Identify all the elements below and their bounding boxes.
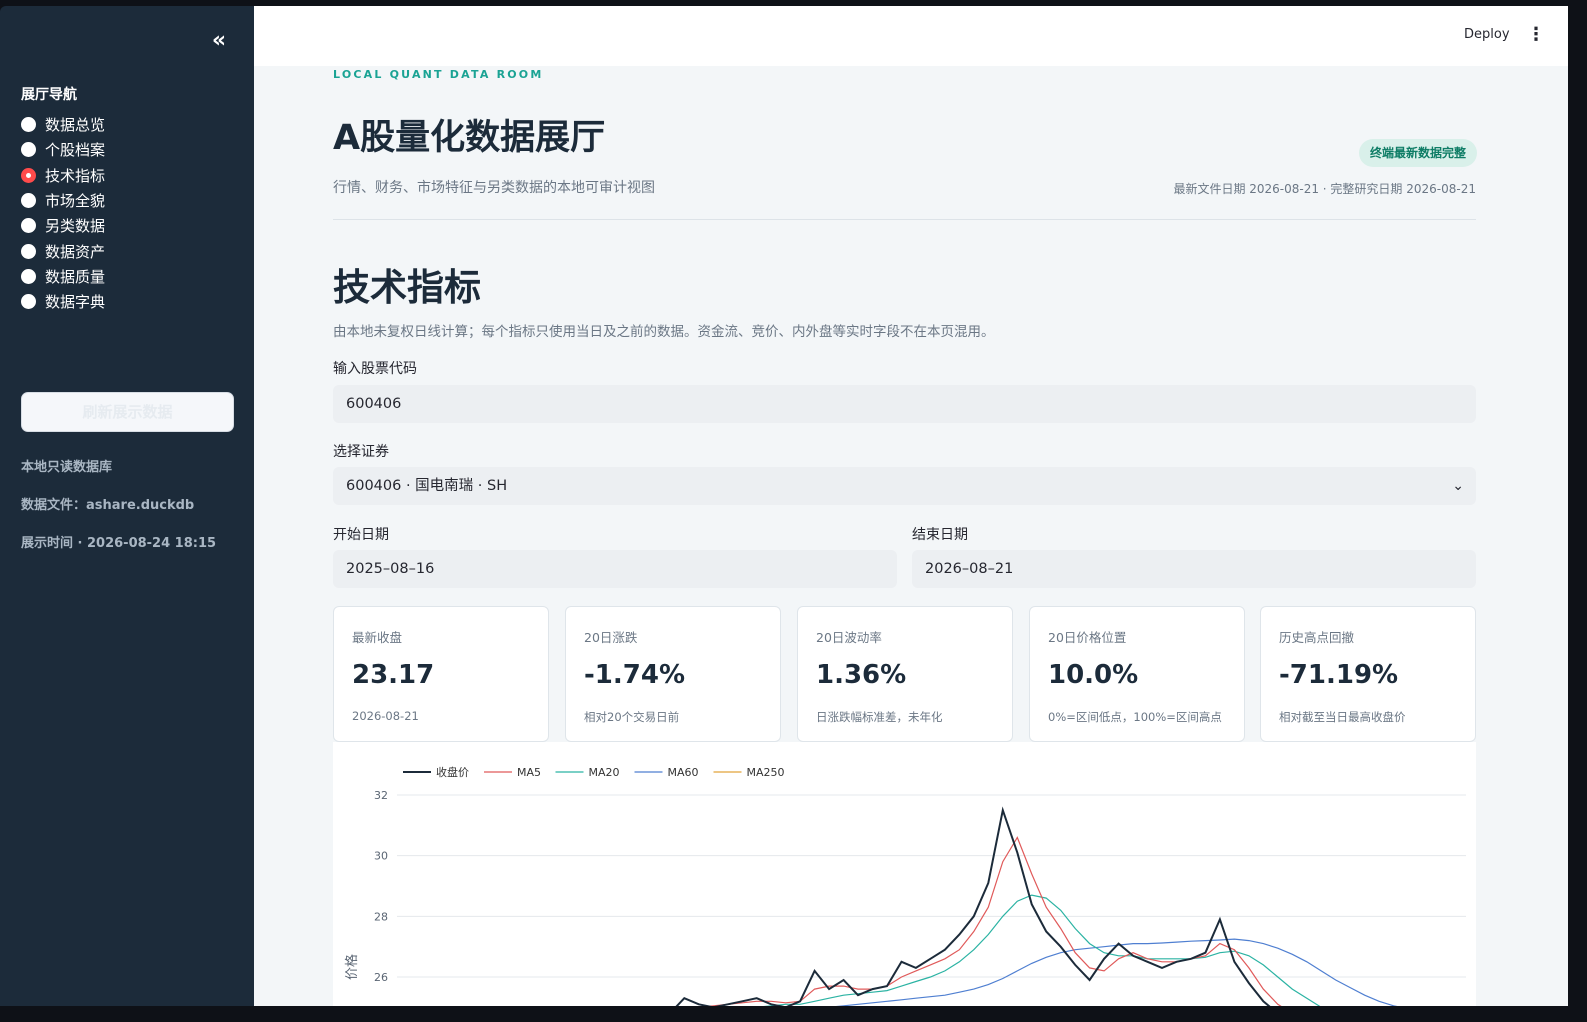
legend-label: MA250 bbox=[747, 766, 785, 779]
data-dates-text: 最新文件日期 2026-08-21 · 完整研究日期 2026-08-21 bbox=[1173, 182, 1476, 196]
legend-label: MA60 bbox=[668, 766, 699, 779]
series-line-ma60 bbox=[835, 938, 1398, 1006]
y-tick-label: 32 bbox=[374, 789, 388, 802]
radio-icon[interactable] bbox=[21, 268, 36, 284]
nav-item-label: 数据字典 bbox=[45, 293, 106, 312]
nav-item-label: 技术指标 bbox=[45, 166, 106, 185]
y-tick-label: 26 bbox=[374, 971, 388, 984]
metric-card: 20日价格位置 10.0% 0%=区间低点，100%=区间高点 bbox=[1029, 606, 1245, 742]
eyebrow-text: LOCAL QUANT DATA ROOM bbox=[333, 68, 544, 81]
nav-item-label: 市场全貌 bbox=[45, 192, 106, 211]
header-divider bbox=[333, 219, 1476, 220]
nav-radio-group: 数据总览个股档案技术指标市场全貌另类数据数据资产数据质量数据字典 bbox=[21, 112, 105, 314]
nav-item[interactable]: 数据资产 bbox=[21, 238, 105, 263]
radio-icon[interactable] bbox=[21, 142, 36, 158]
series-line-ma5 bbox=[705, 836, 1282, 1006]
y-tick-label: 30 bbox=[374, 850, 388, 863]
section-description: 由本地未复权日线计算；每个指标只使用当日及之前的数据。资金流、竞价、内外盘等实时… bbox=[333, 324, 995, 340]
y-axis-label: 价格 bbox=[344, 954, 360, 980]
end-date-label: 结束日期 bbox=[912, 527, 968, 543]
end-date-input[interactable]: 2026–08–21 bbox=[912, 550, 1476, 588]
app-window: « 展厅导航 数据总览 个股档案 技术指标 市场全貌 另类数据 数据资产 数据质量 数据字典 … bbox=[0, 0, 1568, 1022]
metric-note: 相对20个交易日前 bbox=[584, 710, 680, 724]
metric-value: 1.36% bbox=[816, 660, 907, 690]
nav-item[interactable]: 技术指标 bbox=[21, 163, 105, 188]
radio-icon[interactable] bbox=[21, 117, 36, 133]
chevron-down-icon: ⌄ bbox=[1452, 478, 1464, 494]
metric-value: -71.19% bbox=[1279, 660, 1399, 690]
double-chevron-left-icon[interactable]: « bbox=[206, 30, 232, 54]
metric-card: 20日波动率 1.36% 日涨跌幅标准差，未年化 bbox=[797, 606, 1013, 742]
y-tick-label: 28 bbox=[374, 910, 388, 923]
nav-item-label: 数据资产 bbox=[45, 242, 106, 261]
legend-label: 收盘价 bbox=[436, 765, 469, 779]
radio-selected-icon[interactable] bbox=[21, 167, 36, 183]
metric-label: 20日波动率 bbox=[816, 630, 882, 645]
nav-item[interactable]: 数据质量 bbox=[21, 264, 105, 289]
stock-code-label: 输入股票代码 bbox=[333, 361, 417, 377]
top-toolbar: Deploy ⋮ bbox=[254, 6, 1568, 66]
radio-icon[interactable] bbox=[21, 193, 36, 209]
nav-title: 展厅导航 bbox=[21, 87, 77, 103]
security-select-value: 600406 · 国电南瑞 · SH bbox=[346, 478, 508, 494]
metric-note: 0%=区间低点，100%=区间高点 bbox=[1048, 710, 1222, 724]
kebab-menu-icon[interactable]: ⋮ bbox=[1527, 26, 1545, 46]
radio-icon[interactable] bbox=[21, 294, 36, 310]
nav-item[interactable]: 数据总览 bbox=[21, 112, 105, 137]
metric-value: 23.17 bbox=[352, 660, 435, 690]
nav-item-label: 数据质量 bbox=[45, 267, 106, 286]
display-time-text: 展示时间 · 2026-08-24 18:15 bbox=[21, 536, 217, 551]
nav-item-label: 数据总览 bbox=[45, 116, 106, 135]
page-title: A股量化数据展厅 bbox=[333, 118, 606, 158]
metric-label: 20日涨跌 bbox=[584, 630, 638, 645]
metric-note: 相对截至当日最高收盘价 bbox=[1279, 710, 1406, 724]
series-line-ma20 bbox=[763, 894, 1321, 1006]
metric-label: 最新收盘 bbox=[352, 630, 403, 645]
data-file-text: 数据文件：ashare.duckdb bbox=[21, 498, 195, 513]
nav-item[interactable]: 数据字典 bbox=[21, 289, 105, 314]
section-title: 技术指标 bbox=[333, 266, 481, 309]
nav-item[interactable]: 个股档案 bbox=[21, 137, 105, 162]
stock-code-input[interactable]: 600406 bbox=[333, 385, 1476, 423]
main-area: Deploy ⋮ LOCAL QUANT DATA ROOM A股量化数据展厅 … bbox=[254, 6, 1568, 1006]
metric-card: 历史高点回撤 -71.19% 相对截至当日最高收盘价 bbox=[1260, 606, 1476, 742]
deploy-button[interactable]: Deploy bbox=[1464, 27, 1510, 42]
legend-label: MA5 bbox=[517, 766, 541, 779]
db-mode-text: 本地只读数据库 bbox=[21, 460, 113, 475]
sidebar: « 展厅导航 数据总览 个股档案 技术指标 市场全貌 另类数据 数据资产 数据质量 数据字典 … bbox=[0, 6, 254, 1006]
metric-label: 历史高点回撤 bbox=[1279, 630, 1355, 645]
metric-note: 日涨跌幅标准差，未年化 bbox=[816, 710, 943, 724]
metric-card: 最新收盘 23.17 2026-08-21 bbox=[333, 606, 549, 742]
refresh-button[interactable]: 刷新展示数据 bbox=[21, 392, 234, 432]
nav-item[interactable]: 另类数据 bbox=[21, 213, 105, 238]
metric-label: 20日价格位置 bbox=[1048, 630, 1127, 645]
security-select[interactable]: 600406 · 国电南瑞 · SH ⌄ bbox=[333, 467, 1476, 505]
metric-card: 20日涨跌 -1.74% 相对20个交易日前 bbox=[565, 606, 781, 742]
window-bottom-bar bbox=[0, 1006, 1587, 1022]
price-chart: 26 28 30 32 价格 收盘价 MA5 MA20 MA60 MA250 bbox=[333, 742, 1476, 1006]
radio-icon[interactable] bbox=[21, 218, 36, 234]
start-date-label: 开始日期 bbox=[333, 527, 389, 543]
legend-label: MA20 bbox=[589, 766, 620, 779]
radio-icon[interactable] bbox=[21, 243, 36, 259]
nav-item-label: 另类数据 bbox=[45, 217, 106, 236]
page-subtitle: 行情、财务、市场特征与另类数据的本地可审计视图 bbox=[333, 180, 655, 196]
nav-item[interactable]: 市场全貌 bbox=[21, 188, 105, 213]
security-select-label: 选择证券 bbox=[333, 444, 389, 460]
metric-value: -1.74% bbox=[584, 660, 685, 690]
metric-value: 10.0% bbox=[1048, 660, 1139, 690]
metric-note: 2026-08-21 bbox=[352, 709, 419, 723]
nav-item-label: 个股档案 bbox=[45, 141, 106, 160]
price-chart-svg: 26 28 30 32 价格 收盘价 MA5 MA20 MA60 MA250 bbox=[344, 765, 1466, 1006]
status-badge: 终端最新数据完整 bbox=[1359, 139, 1478, 167]
start-date-input[interactable]: 2025–08–16 bbox=[333, 550, 897, 588]
